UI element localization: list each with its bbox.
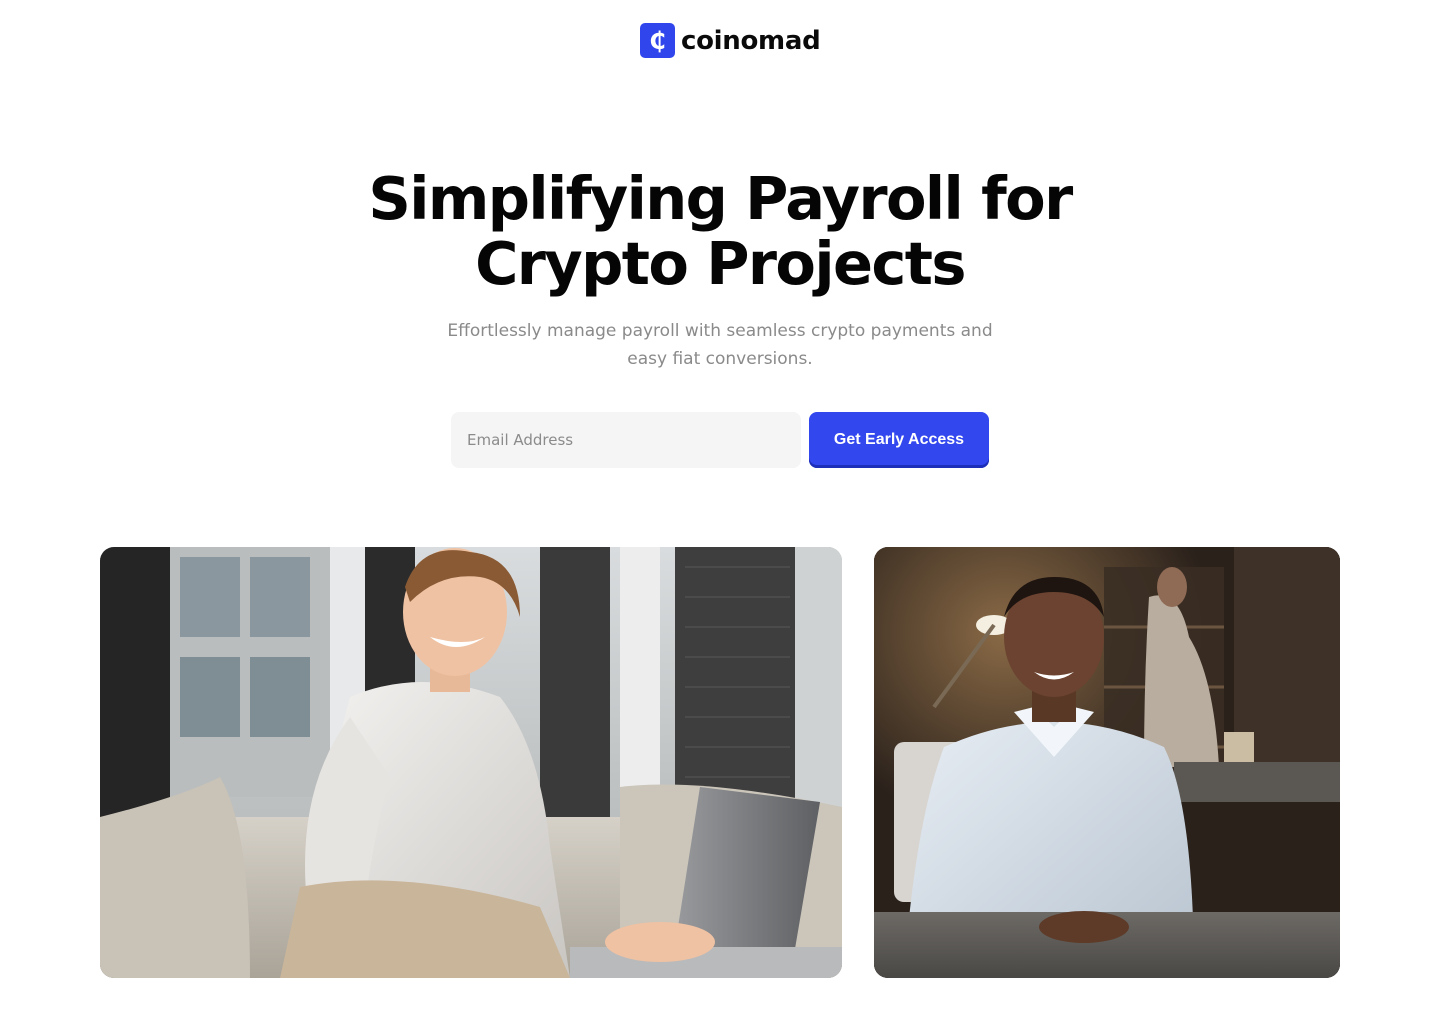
get-early-access-button[interactable]: Get Early Access bbox=[809, 412, 989, 468]
brand-logo[interactable]: ₵ coinomad bbox=[640, 23, 821, 58]
hero-subtitle-line-1: Effortlessly manage payroll with seamles… bbox=[447, 321, 993, 341]
hero-title-line-2: Crypto Projects bbox=[475, 229, 966, 298]
landing-page: ₵ coinomad Simplifying Payroll for Crypt… bbox=[0, 0, 1440, 1033]
email-field[interactable] bbox=[451, 412, 801, 468]
hero-subtitle-line-2: easy fiat conversions. bbox=[627, 349, 813, 369]
smiling-man-at-desk-photo bbox=[874, 547, 1340, 978]
brand-name: coinomad bbox=[681, 25, 821, 56]
hero-subtitle: Effortlessly manage payroll with seamles… bbox=[445, 317, 995, 373]
coin-icon: ₵ bbox=[640, 23, 675, 58]
hero-title-line-1: Simplifying Payroll for bbox=[368, 164, 1073, 233]
hero-title: Simplifying Payroll for Crypto Projects bbox=[0, 166, 1440, 296]
smiling-man-with-laptop-photo bbox=[100, 547, 842, 978]
